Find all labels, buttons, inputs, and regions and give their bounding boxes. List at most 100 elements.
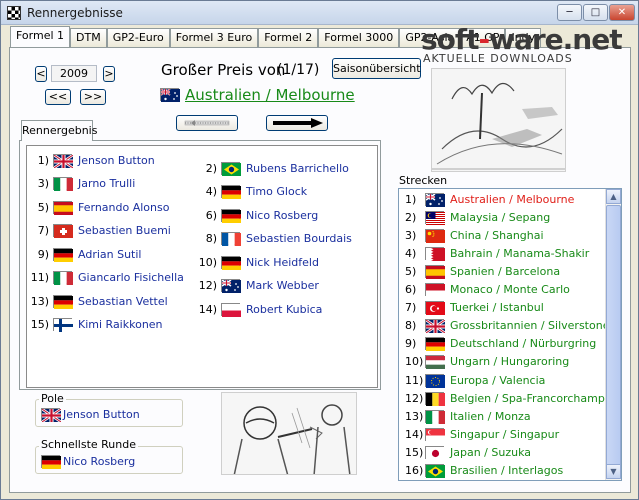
track-name: Malaysia / Sepang bbox=[450, 210, 551, 224]
track-list-item[interactable]: 12) Belgien / Spa-Francorchamps bbox=[401, 389, 611, 407]
germany-flag-icon bbox=[53, 294, 73, 309]
result-driver-name[interactable]: Fernando Alonso bbox=[78, 201, 169, 214]
track-list-item[interactable]: 3) China / Shanghai bbox=[401, 226, 544, 244]
malaysia-flag-icon bbox=[425, 210, 445, 225]
china-flag-icon bbox=[425, 228, 445, 243]
result-driver-name[interactable]: Rubens Barrichello bbox=[246, 162, 349, 175]
close-button[interactable]: ✕ bbox=[609, 4, 635, 21]
result-driver-name[interactable]: Jenson Button bbox=[78, 154, 155, 167]
result-position: 10) bbox=[198, 255, 217, 269]
track-list-item[interactable]: 16) Brasilien / Interlagos bbox=[401, 462, 563, 480]
track-list-item[interactable]: 15) Japan / Suzuka bbox=[401, 443, 531, 461]
germany-flag-icon bbox=[221, 185, 241, 199]
track-list-item[interactable]: 1) Australien / Melbourne bbox=[401, 190, 574, 208]
result-row: 9) Adrian Sutil bbox=[29, 246, 141, 262]
result-position: 8) bbox=[205, 232, 217, 245]
race-counter: (1/17) bbox=[277, 62, 320, 78]
switzerland-flag-icon bbox=[53, 224, 73, 238]
prev-year-button[interactable]: < bbox=[35, 66, 47, 82]
track-list-item[interactable]: 2) Malaysia / Sepang bbox=[401, 208, 550, 226]
tab-formel-2[interactable]: Formel 2 bbox=[258, 28, 319, 47]
result-driver-name[interactable]: Kimi Raikkonen bbox=[78, 318, 163, 331]
result-position: 14) bbox=[198, 302, 217, 316]
tab-dtm[interactable]: DTM bbox=[70, 28, 107, 47]
track-name: Bahrain / Manama-Shakir bbox=[450, 246, 590, 260]
rewind-slider-button[interactable] bbox=[176, 115, 238, 131]
result-row: 7) Sebastien Buemi bbox=[29, 223, 171, 239]
scroll-down-arrow-icon[interactable]: ▼ bbox=[606, 464, 621, 479]
track-list-item[interactable]: 10) Ungarn / Hungaroring bbox=[401, 353, 569, 371]
next-race-arrow-button[interactable] bbox=[266, 115, 328, 131]
japan-flag-icon bbox=[425, 445, 445, 460]
result-driver-name[interactable]: Sebastien Bourdais bbox=[246, 232, 352, 245]
season-overview-button[interactable]: Saisonübersicht bbox=[332, 58, 421, 79]
tab-formel-1[interactable]: Formel 1 bbox=[10, 26, 71, 47]
brazil-flag-icon bbox=[221, 161, 241, 176]
italy-flag-icon bbox=[53, 177, 73, 191]
next-year-button[interactable]: > bbox=[103, 66, 115, 82]
result-position: 7) bbox=[37, 224, 49, 237]
result-driver-name[interactable]: Jarno Trulli bbox=[78, 177, 135, 190]
minimize-button[interactable]: ─ bbox=[557, 4, 582, 21]
track-list-item[interactable]: 13) Italien / Monza bbox=[401, 407, 531, 425]
track-number: 12) bbox=[405, 391, 424, 405]
result-row: 13) Sebastian Vettel bbox=[29, 293, 168, 309]
track-number: 13) bbox=[405, 409, 424, 423]
race-name-link[interactable]: Australien / Melbourne bbox=[185, 86, 355, 104]
bahrain-flag-icon bbox=[425, 246, 445, 261]
result-driver-name[interactable]: Timo Glock bbox=[246, 185, 307, 198]
tab-rennergebnis[interactable]: Rennergebnis bbox=[21, 120, 97, 141]
race-track-sketch-image bbox=[431, 68, 566, 172]
track-name: Grossbritannien / Silverstone bbox=[450, 319, 610, 333]
result-driver-name[interactable]: Nick Heidfeld bbox=[246, 256, 319, 269]
result-row: 10) Nick Heidfeld bbox=[197, 254, 319, 270]
track-list-scrollbar[interactable]: ▲ ▼ bbox=[605, 189, 621, 480]
result-position: 1) bbox=[37, 153, 49, 167]
result-position: 6) bbox=[205, 208, 217, 222]
track-list-item[interactable]: 14) Singapur / Singapur bbox=[401, 425, 559, 443]
scroll-thumb[interactable] bbox=[606, 205, 621, 468]
year-field[interactable]: 2009 bbox=[51, 65, 97, 82]
tab-formel-3-euro[interactable]: Formel 3 Euro bbox=[169, 28, 259, 47]
track-name: Australien / Melbourne bbox=[450, 192, 575, 206]
italy-flag-icon bbox=[425, 409, 445, 424]
track-name: Europa / Valencia bbox=[450, 373, 546, 387]
track-number: 6) bbox=[405, 283, 417, 296]
track-name: Italien / Monza bbox=[450, 409, 531, 423]
track-list-item[interactable]: 4) Bahrain / Manama-Shakir bbox=[401, 244, 589, 262]
pole-row: Jenson Button bbox=[41, 406, 140, 422]
track-list-item[interactable]: 7) Tuerkei / Istanbul bbox=[401, 299, 544, 317]
driver-sketch-image bbox=[221, 392, 357, 475]
track-list[interactable]: 1) Australien / Melbourne 2) Malaysia / Sep… bbox=[398, 188, 622, 481]
last-race-button[interactable]: >> bbox=[80, 89, 106, 105]
finland-flag-icon bbox=[53, 318, 73, 332]
uk-flag-icon bbox=[41, 407, 61, 422]
result-row: 8) Sebastien Bourdais bbox=[197, 231, 352, 247]
pole-driver-name[interactable]: Jenson Button bbox=[63, 408, 140, 421]
track-number: 16) bbox=[405, 464, 424, 477]
first-race-button[interactable]: << bbox=[45, 89, 71, 105]
result-driver-name[interactable]: Adrian Sutil bbox=[78, 248, 141, 261]
result-driver-name[interactable]: Mark Webber bbox=[246, 279, 319, 292]
track-list-item[interactable]: 11) Europa / Valencia bbox=[401, 371, 545, 389]
track-list-item[interactable]: 8) Grossbritannien / Silverstone bbox=[401, 317, 609, 335]
track-name: Monaco / Monte Carlo bbox=[450, 283, 570, 296]
australia-flag-icon bbox=[221, 279, 241, 293]
result-driver-name[interactable]: Giancarlo Fisichella bbox=[78, 271, 184, 284]
result-driver-name[interactable]: Sebastian Vettel bbox=[78, 295, 168, 308]
app-window: Rennergebnisse ─ □ ✕ Formel 1 DTM GP2-Euro… bbox=[0, 0, 639, 500]
germany-flag-icon bbox=[221, 208, 241, 223]
maximize-button[interactable]: □ bbox=[583, 4, 608, 21]
track-list-item[interactable]: 5) Spanien / Barcelona bbox=[401, 262, 560, 280]
fastest_lap-driver-name[interactable]: Nico Rosberg bbox=[63, 455, 135, 468]
result-driver-name[interactable]: Sebastien Buemi bbox=[78, 224, 171, 237]
track-list-item[interactable]: 6) Monaco / Monte Carlo bbox=[401, 281, 570, 299]
result-driver-name[interactable]: Nico Rosberg bbox=[246, 209, 318, 222]
tab-formel-3000[interactable]: Formel 3000 bbox=[318, 28, 400, 47]
track-list-item[interactable]: 9) Deutschland / Nürburgring bbox=[401, 335, 596, 353]
result-driver-name[interactable]: Robert Kubica bbox=[246, 303, 322, 316]
tab-gp2-euro[interactable]: GP2-Euro bbox=[106, 28, 170, 47]
track-number: 3) bbox=[405, 228, 417, 242]
title-bar[interactable]: Rennergebnisse ─ □ ✕ bbox=[1, 1, 638, 25]
scroll-up-arrow-icon[interactable]: ▲ bbox=[606, 189, 621, 204]
